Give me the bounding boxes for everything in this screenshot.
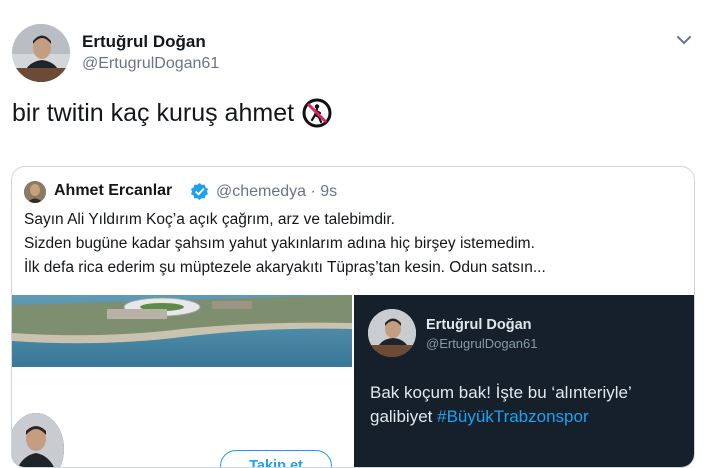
- author-name[interactable]: Ertuğrul Doğan: [82, 32, 206, 52]
- quoted-name[interactable]: Ahmet Ercanlar: [54, 182, 172, 200]
- quoted-meta: @chemedya · 9s: [216, 183, 338, 200]
- embedded-text-plain: galibiyet: [370, 407, 438, 426]
- tweet-text: bir twitin kaç kuruş ahmet: [12, 98, 295, 127]
- embedded-text-line: Bak koçum bak! İşte bu ‘alınteriyle’: [370, 383, 632, 402]
- chevron-down-icon[interactable]: [674, 30, 694, 50]
- no-pedestrians-icon: [302, 98, 332, 128]
- quoted-avatar[interactable]: [24, 181, 46, 203]
- quoted-text-line: Sizden bugüne kadar şahsım yahut yakınla…: [24, 235, 535, 252]
- author-avatar[interactable]: [12, 24, 70, 82]
- author-handle[interactable]: @ErtugrulDogan61: [82, 55, 219, 73]
- quoted-text-line: İlk defa rica ederim şu müptezele akarya…: [24, 259, 546, 276]
- verified-badge-icon: [190, 182, 209, 201]
- follow-button[interactable]: Takip et: [220, 450, 332, 467]
- quoted-tweet[interactable]: Ahmet Ercanlar @chemedya · 9s Sayın Ali …: [11, 166, 695, 468]
- profile-card: Takip et: [12, 367, 352, 467]
- embedded-name: Ertuğrul Doğan: [426, 317, 532, 333]
- tweet-body: bir twitin kaç kuruş ahmet: [12, 98, 332, 128]
- embedded-text: Bak koçum bak! İşte bu ‘alınteriyle’ gal…: [370, 381, 632, 429]
- embedded-avatar: [368, 309, 416, 357]
- embedded-hashtag-link[interactable]: #BüyükTrabzonspor: [437, 407, 589, 426]
- media-right-image[interactable]: Ertuğrul Doğan @ErtugrulDogan61 Bak koçu…: [354, 295, 694, 467]
- profile-card-avatar: [12, 409, 68, 467]
- quoted-text-line: Sayın Ali Yıldırım Koç’a açık çağrım, ar…: [24, 211, 395, 228]
- media-left-image[interactable]: Takip et: [12, 295, 352, 467]
- embedded-text-line2: galibiyet #BüyükTrabzonspor: [370, 405, 632, 429]
- embedded-handle: @ErtugrulDogan61: [426, 336, 538, 351]
